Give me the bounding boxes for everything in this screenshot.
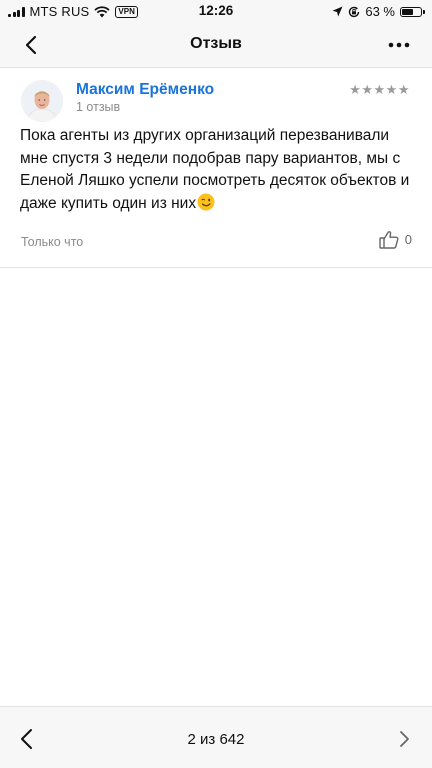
next-review-button[interactable] <box>394 729 414 749</box>
pager-label: 2 из 642 <box>187 731 245 748</box>
like-count: 0 <box>404 232 412 247</box>
chevron-right-icon <box>400 731 409 747</box>
more-dots-icon <box>388 42 410 48</box>
rotation-lock-icon <box>349 6 360 17</box>
author-review-count: 1 отзыв <box>76 100 121 114</box>
avatar[interactable] <box>21 80 63 122</box>
back-button[interactable] <box>18 32 46 58</box>
battery-percent: 63 % <box>365 4 395 19</box>
status-bar: MTS RUS VPN 12:26 63 % <box>0 0 432 22</box>
thumbs-up-icon <box>379 231 399 249</box>
winking-face-emoji <box>197 193 215 210</box>
review-date: Только что <box>21 235 84 249</box>
status-bar-right: 63 % <box>332 4 425 19</box>
page-title: Отзыв <box>190 35 242 52</box>
location-icon <box>332 6 343 17</box>
pager-bar: 2 из 642 <box>0 706 432 768</box>
like-button[interactable]: 0 <box>379 230 412 249</box>
navigation-bar: Отзыв <box>0 22 432 68</box>
chevron-left-icon <box>21 729 32 749</box>
review-text: Пока агенты из других организаций перезв… <box>20 125 418 215</box>
chevron-left-icon <box>25 35 37 55</box>
author-name[interactable]: Максим Ерёменко <box>76 81 214 99</box>
previous-review-button[interactable] <box>16 727 40 751</box>
review-card: Максим Ерёменко 1 отзыв ★★★★★ Пока агент… <box>0 68 432 268</box>
more-options-button[interactable] <box>386 34 412 56</box>
battery-fill <box>402 8 414 15</box>
battery-icon <box>400 6 425 17</box>
rating-stars: ★★★★★ <box>349 82 410 97</box>
user-photo-icon <box>21 80 63 122</box>
